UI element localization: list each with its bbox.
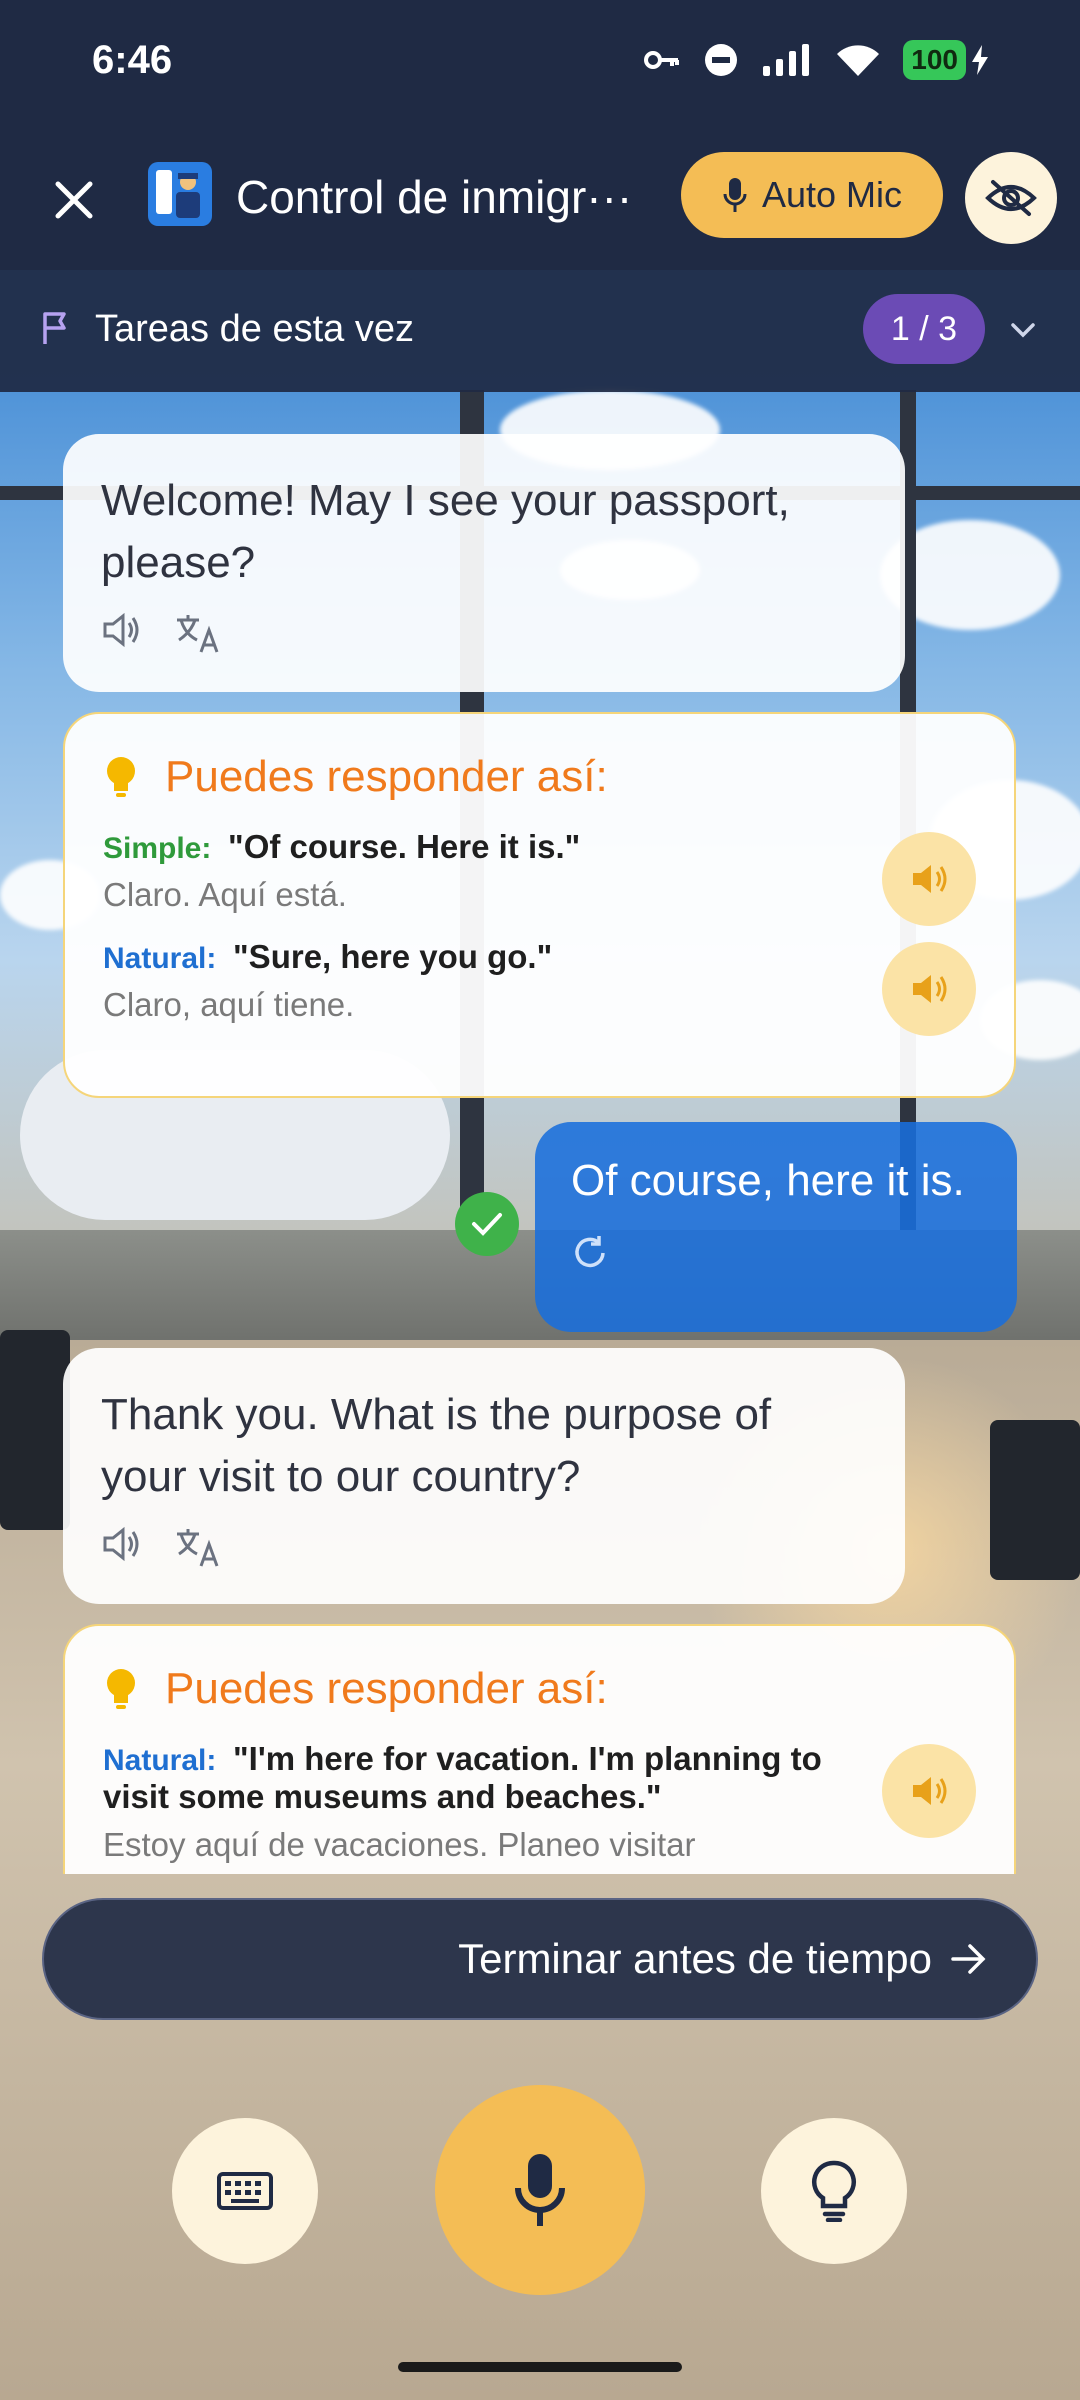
finish-early-button[interactable]: Terminar antes de tiempo — [42, 1898, 1038, 2020]
option-label: Simple — [103, 832, 202, 865]
option-spanish: Estoy aquí de vacaciones. Planeo visitar — [103, 1826, 696, 1863]
charging-icon — [972, 45, 988, 75]
home-indicator[interactable] — [398, 2362, 682, 2372]
arrow-right-icon — [951, 1944, 986, 1974]
signal-icon — [763, 44, 810, 76]
battery-level: 100 — [903, 40, 966, 80]
record-microphone-button[interactable] — [435, 2085, 645, 2295]
wifi-icon — [837, 45, 880, 76]
message-tools — [101, 612, 867, 654]
check-icon — [455, 1192, 519, 1256]
auto-mic-label: Auto Mic — [761, 174, 903, 215]
task-counter-badge: 1 / 3 — [863, 294, 985, 364]
play-option-button[interactable] — [882, 1744, 976, 1838]
microphone-icon — [515, 2154, 565, 2226]
hint-header: Puedes responder así: — [103, 752, 976, 802]
ai-message-bubble: Thank you. What is the purpose of your v… — [63, 1348, 905, 1604]
hint-option-natural: Natural: "Sure, here you go." Claro, aqu… — [103, 938, 976, 1036]
play-option-button[interactable] — [882, 942, 976, 1036]
auto-mic-button[interactable]: Auto Mic — [681, 152, 943, 238]
translate-icon[interactable] — [175, 612, 221, 654]
ai-message-bubble: Welcome! May I see your passport, please… — [63, 434, 905, 692]
flag-icon — [43, 312, 66, 344]
scenario-title: Control de inmigr··· — [236, 171, 633, 223]
retry-icon[interactable] — [571, 1234, 609, 1272]
immigration-officer-icon — [148, 162, 212, 226]
hint-option-natural: Natural: "I'm here for vacation. I'm pla… — [103, 1740, 976, 1864]
lightbulb-icon — [107, 757, 135, 797]
tasks-label: Tareas de esta vez — [95, 308, 414, 350]
user-message-bubble: Of course, here it is. — [535, 1122, 1017, 1332]
hint-title: Puedes responder así: — [165, 1664, 608, 1713]
battery-indicator: 100 — [903, 40, 990, 80]
response-hint-card: Puedes responder así: Simple: "Of course… — [63, 712, 1016, 1098]
do-not-disturb-icon — [705, 44, 738, 76]
chevron-down-icon[interactable] — [1005, 312, 1041, 348]
lightbulb-icon — [812, 2160, 856, 2222]
hint-button[interactable] — [761, 2118, 907, 2264]
play-option-button[interactable] — [882, 832, 976, 926]
hint-title: Puedes responder así: — [165, 752, 608, 801]
keyboard-icon — [217, 2172, 273, 2210]
key-icon — [644, 51, 680, 69]
close-button[interactable] — [44, 170, 104, 230]
hint-header: Puedes responder así: — [103, 1664, 976, 1714]
tasks-bar[interactable]: Tareas de esta vez 1 / 3 — [0, 270, 1080, 392]
option-english: "Sure, here you go." — [233, 938, 553, 975]
speaker-icon — [913, 975, 947, 1003]
app-header: Control de inmigr··· Auto Mic — [0, 130, 1080, 270]
ai-message-text: Welcome! May I see your passport, please… — [101, 476, 790, 587]
conversation-area[interactable]: Welcome! May I see your passport, please… — [0, 392, 1080, 1874]
close-icon — [55, 181, 93, 219]
message-tools — [101, 1526, 867, 1568]
option-spanish: Claro. Aquí está. — [103, 876, 347, 913]
option-spanish: Claro, aquí tiene. — [103, 986, 355, 1023]
lightbulb-icon — [107, 1669, 135, 1709]
option-label: Natural — [103, 942, 207, 975]
status-bar: 6:46 100 — [0, 0, 1080, 130]
status-icons: 100 — [643, 40, 990, 80]
option-label: Natural — [103, 1744, 207, 1777]
hide-text-toggle[interactable] — [965, 152, 1057, 244]
microphone-icon — [723, 178, 747, 212]
eye-off-icon — [985, 180, 1037, 216]
speaker-icon — [913, 865, 947, 893]
option-english: "Of course. Here it is." — [228, 828, 581, 865]
speaker-icon — [913, 1777, 947, 1805]
speaker-icon[interactable] — [101, 612, 141, 648]
hint-option-simple: Simple: "Of course. Here it is." Claro. … — [103, 828, 976, 926]
finish-early-label: Terminar antes de tiempo — [458, 1935, 932, 1982]
translate-icon[interactable] — [175, 1526, 221, 1568]
keyboard-button[interactable] — [172, 2118, 318, 2264]
clock: 6:46 — [92, 38, 173, 82]
speaker-icon[interactable] — [101, 1526, 141, 1562]
user-message-text: Of course, here it is. — [571, 1156, 965, 1205]
ai-message-text: Thank you. What is the purpose of your v… — [101, 1390, 772, 1501]
response-hint-card: Puedes responder así: Natural: "I'm here… — [63, 1624, 1016, 1874]
